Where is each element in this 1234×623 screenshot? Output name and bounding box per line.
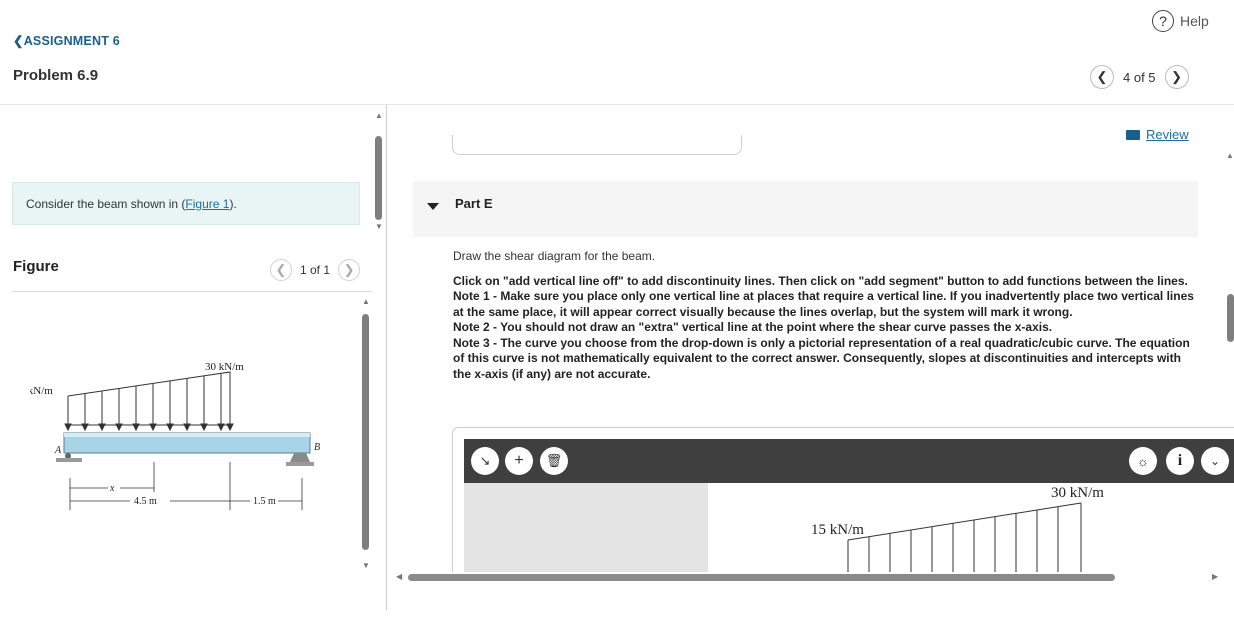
plus-icon: +	[514, 452, 524, 469]
widget-load-diagram: 15 kN/m 30 kN/m	[811, 485, 1104, 572]
statement-suffix: ).	[229, 197, 237, 211]
point-a-label: A	[54, 445, 62, 456]
info-icon: i	[1177, 452, 1183, 469]
right-scroll-up-arrow[interactable]: ▲	[1226, 152, 1234, 160]
right-scrollbar[interactable]	[1227, 294, 1234, 342]
chevron-down-icon: ⌄	[1209, 454, 1221, 468]
question-icon: ?	[1152, 10, 1174, 32]
part-e-header[interactable]: Part E	[413, 181, 1198, 237]
instruction-note-3: Note 3 - The curve you choose from the d…	[453, 335, 1190, 381]
review-link[interactable]: Review	[1126, 127, 1189, 142]
figure-scroll-down-arrow[interactable]: ▼	[362, 562, 370, 570]
figure-pager-text: 1 of 1	[300, 263, 331, 277]
statement-text: Consider the beam shown in (	[26, 197, 186, 211]
add-segment-button[interactable]: +	[505, 447, 533, 475]
hint-button[interactable]: ☼	[1129, 447, 1157, 475]
figure-load-right-label: 30 kN/m	[205, 361, 244, 373]
drawing-side-panel	[464, 483, 708, 572]
previous-problem-button[interactable]: ❮	[1090, 65, 1114, 89]
instruction-line: Click on "add vertical line off" to add …	[453, 273, 1188, 288]
figure-link[interactable]: Figure 1	[185, 197, 229, 211]
problem-pager: ❮ 4 of 5 ❯	[1090, 65, 1189, 89]
delete-button[interactable]: 🗑	[540, 447, 568, 475]
help-label: Help	[1180, 13, 1209, 29]
widget-load-outline	[847, 502, 1082, 541]
pane-divider[interactable]	[386, 105, 387, 610]
info-button[interactable]: i	[1166, 447, 1194, 475]
instruction-intro: Draw the shear diagram for the beam.	[453, 249, 656, 263]
header-divider	[0, 104, 1234, 105]
figure-pager: ❮ 1 of 1 ❯	[270, 259, 361, 281]
figure-load-left-label: 15 kN/m	[30, 385, 53, 397]
load-arrows	[64, 372, 234, 432]
drawing-widget: ↘ + 🗑 ☼ i ⌄ 15 kN/m 30 kN/m	[452, 427, 1234, 572]
problem-title: Problem 6.9	[13, 67, 99, 84]
drawing-toolbar: ↘ + 🗑 ☼ i ⌄	[464, 439, 1234, 483]
dim-1-5-label: 1.5 m	[253, 496, 276, 507]
lightbulb-icon: ☼	[1137, 453, 1149, 469]
dim-x-label: x	[109, 483, 115, 494]
point-b-label: B	[314, 442, 320, 453]
instruction-note-2: Note 2 - You should not draw an "extra" …	[453, 320, 1053, 334]
instruction-note-1: Note 1 - Make sure you place only one ve…	[453, 289, 1194, 319]
widget-load-left-label: 15 kN/m	[811, 522, 864, 538]
scroll-right-arrow[interactable]: ▶	[1212, 573, 1218, 581]
previous-answer-box	[452, 135, 742, 155]
figure-title: Figure	[13, 258, 59, 275]
problem-pager-text: 4 of 5	[1123, 69, 1156, 85]
problem-statement: Consider the beam shown in (Figure 1).	[12, 182, 360, 225]
figure-scroll-up-arrow[interactable]: ▲	[362, 298, 370, 306]
ground-a	[56, 458, 82, 462]
widget-load-right-label: 30 kN/m	[1051, 485, 1104, 501]
scroll-down-arrow[interactable]: ▼	[375, 223, 383, 231]
dim-4-5-label: 4.5 m	[134, 496, 157, 507]
ground-b	[286, 462, 314, 466]
scroll-left-arrow[interactable]: ◀	[396, 573, 402, 581]
figure-divider	[12, 291, 372, 292]
more-options-button[interactable]: ⌄	[1201, 447, 1229, 475]
beam-figure: 15 kN/m 30 kN/m A B x 4.5 m 1.5 m	[30, 361, 320, 510]
collapse-triangle-icon[interactable]	[427, 203, 439, 210]
add-vertical-line-icon: ↘	[479, 453, 491, 468]
instructions: Draw the shear diagram for the beam. Cli…	[453, 249, 1198, 382]
add-vertical-line-button[interactable]: ↘	[471, 447, 499, 475]
previous-figure-button[interactable]: ❮	[270, 259, 292, 281]
next-figure-button[interactable]: ❯	[338, 259, 361, 281]
load-outline	[67, 371, 231, 426]
widget-load-arrows	[847, 503, 1082, 572]
next-problem-button[interactable]: ❯	[1164, 65, 1189, 89]
review-label[interactable]: Review	[1146, 127, 1189, 142]
scroll-up-arrow[interactable]: ▲	[375, 112, 383, 120]
part-label: Part E	[455, 196, 493, 211]
help-button[interactable]: ? Help	[1152, 10, 1209, 32]
chevron-left-icon: ❮	[13, 34, 24, 48]
horizontal-scrollbar[interactable]	[408, 574, 1115, 581]
roller-support-b	[290, 453, 310, 462]
left-top-scrollbar[interactable]	[375, 136, 382, 220]
trash-icon: 🗑	[545, 453, 563, 468]
beam-highlight	[64, 433, 310, 437]
figure-scrollbar[interactable]	[362, 314, 369, 550]
assignment-back-link[interactable]: ❮ASSIGNMENT 6	[13, 33, 120, 48]
book-icon	[1126, 129, 1140, 140]
assignment-back-label: ASSIGNMENT 6	[23, 34, 120, 48]
